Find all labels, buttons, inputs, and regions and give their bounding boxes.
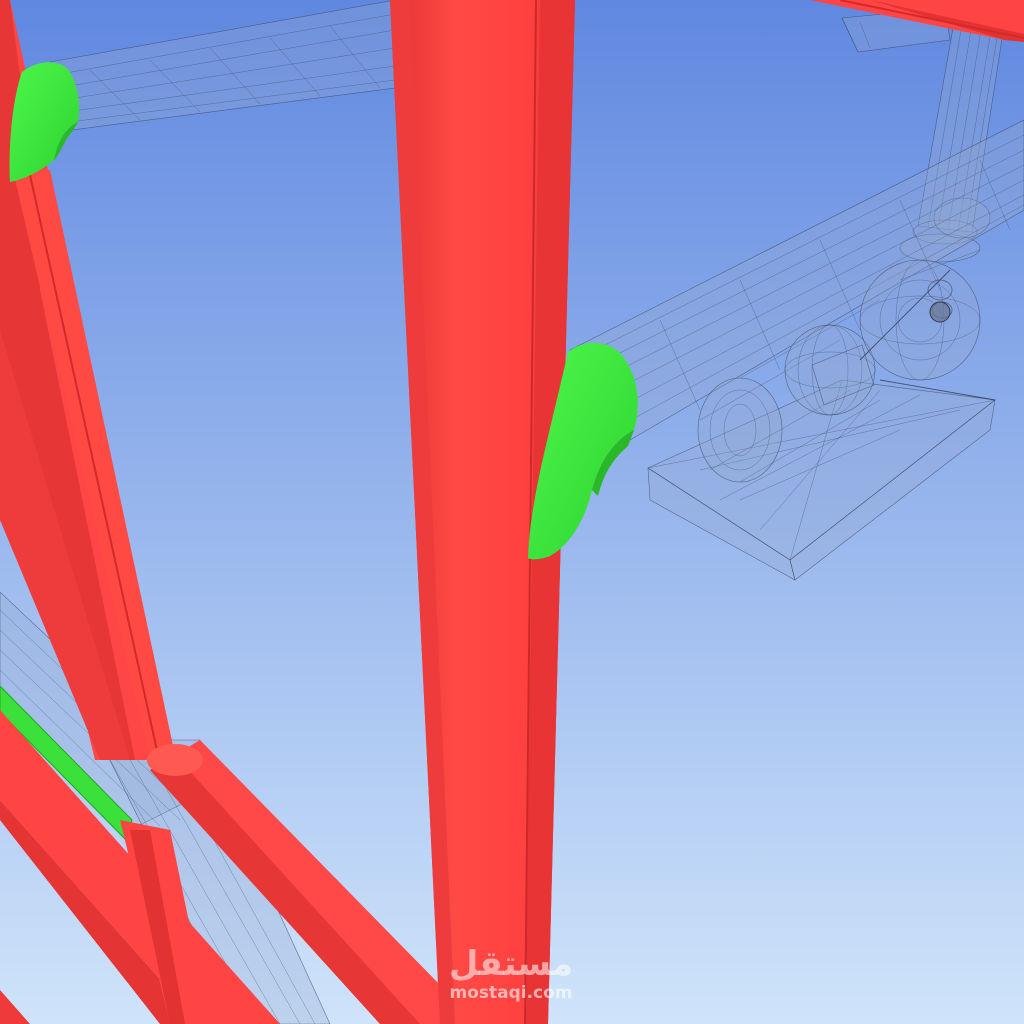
- 3d-viewport[interactable]: مستقل mostaqi.com: [0, 0, 1024, 1024]
- scene-canvas[interactable]: [0, 0, 1024, 1024]
